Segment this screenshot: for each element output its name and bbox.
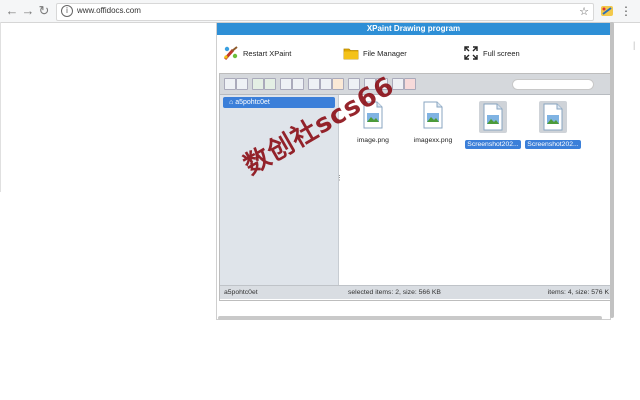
tree-item-label: a5pohtc0et: [235, 99, 270, 106]
search-input[interactable]: [512, 79, 594, 90]
paint-brush-icon: [223, 45, 239, 61]
restart-xpaint-button[interactable]: Restart XPaint: [223, 43, 291, 63]
upload-icon[interactable]: [404, 78, 416, 90]
app-title: XPaint Drawing program: [217, 23, 610, 35]
image-file-icon: [479, 101, 507, 133]
back-arrow-icon[interactable]: [224, 78, 236, 90]
file-name: image.png: [357, 137, 389, 144]
browser-toolbar: ← → ↻ i www.offidocs.com ☆ ⋮: [0, 0, 640, 23]
file-manager-button[interactable]: File Manager: [343, 43, 407, 63]
fullscreen-icon: [463, 45, 479, 61]
file-manager-label: File Manager: [363, 48, 407, 58]
status-selected: selected items: 2, size: 566 KB: [348, 289, 441, 296]
full-screen-label: Full screen: [483, 48, 520, 58]
image-file-icon: [539, 101, 567, 133]
home-folder-icon: ⌂: [229, 99, 234, 106]
file-name: imagexx.png: [413, 137, 453, 144]
browser-menu-icon[interactable]: ⋮: [620, 3, 632, 19]
reload-icon[interactable]: [252, 78, 264, 90]
file-name: Screenshot202...: [465, 140, 521, 149]
xpaint-window: XPaint Drawing program Restart XPaint Fi…: [216, 22, 612, 320]
full-screen-button[interactable]: Full screen: [463, 43, 520, 63]
status-path: a5pohtc0et: [224, 289, 258, 296]
file-item-selected[interactable]: Screenshot202...: [462, 101, 524, 151]
address-bar[interactable]: i www.offidocs.com ☆: [56, 3, 594, 21]
page-edge-glyph: |: [633, 40, 636, 50]
url-text: www.offidocs.com: [77, 6, 141, 15]
status-items: items: 4, size: 576 K: [547, 289, 609, 296]
folder-icon: [343, 45, 359, 61]
home-icon[interactable]: [264, 78, 276, 90]
horizontal-scrollbar[interactable]: [218, 316, 602, 320]
forward-arrow-icon[interactable]: [236, 78, 248, 90]
file-grid: image.png imagexx.png Screenshot202... S…: [340, 95, 611, 285]
file-name: Screenshot202...: [525, 140, 581, 149]
file-manager-toolbar: [220, 74, 611, 95]
open-icon[interactable]: [280, 78, 292, 90]
extension-icon[interactable]: [600, 4, 614, 18]
file-item-selected[interactable]: Screenshot202...: [522, 101, 584, 151]
page-edge-line: [0, 22, 1, 192]
status-bar: a5pohtc0et selected items: 2, size: 566 …: [220, 285, 611, 299]
file-item[interactable]: imagexx.png: [402, 101, 464, 147]
copy-icon[interactable]: [308, 78, 320, 90]
forward-icon[interactable]: →: [20, 3, 36, 19]
restart-xpaint-label: Restart XPaint: [243, 48, 292, 58]
file-manager-panel: ⌂a5pohtc0et ⋮ image.png imagexx.png: [219, 73, 612, 301]
site-info-icon[interactable]: i: [61, 5, 73, 17]
save-icon[interactable]: [292, 78, 304, 90]
reload-icon[interactable]: ↻: [36, 3, 52, 19]
app-toolbar: Restart XPaint File Manager Full screen: [217, 35, 610, 73]
bookmark-star-icon[interactable]: ☆: [579, 4, 589, 20]
vertical-scrollbar[interactable]: [610, 22, 614, 318]
image-file-icon: [421, 101, 445, 129]
cut-icon[interactable]: [320, 78, 332, 90]
back-icon[interactable]: ←: [4, 3, 20, 19]
